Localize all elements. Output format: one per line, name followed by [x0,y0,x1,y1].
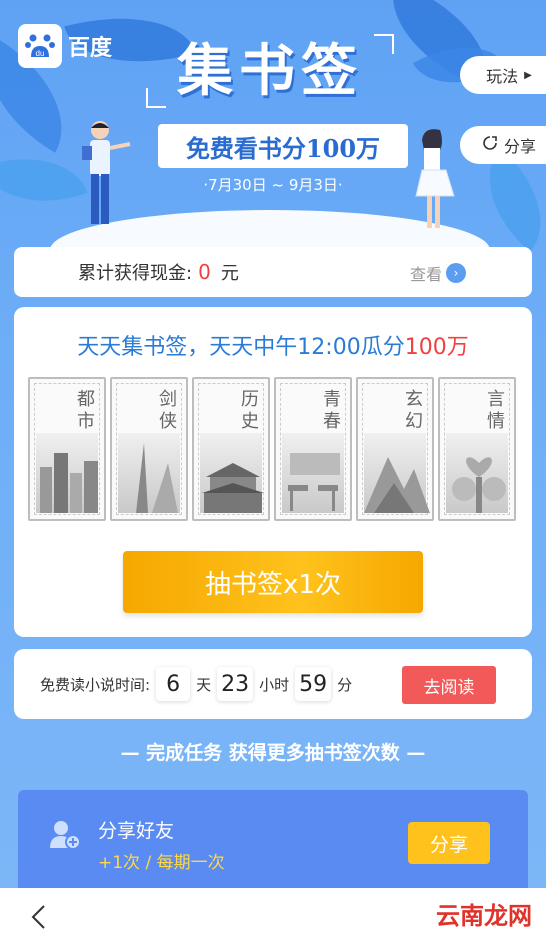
bookmark-label: 言情 [487,389,505,432]
view-cash-button[interactable]: 查看 › [410,261,466,285]
sword-icon [118,433,180,513]
days-unit: 天 [196,675,212,694]
task-item-share: 分享好友 +1次 / 每期一次 分享 [18,790,528,890]
arrow-right-icon: › [446,263,466,283]
bookmark-label: 青春 [323,389,341,432]
heart-tree-icon [446,433,508,513]
timer-minutes: 59 [295,667,332,701]
hours-unit: 小时 [259,675,290,694]
bookmark-card-romance: 言情 [438,377,516,521]
bookmark-card-youth: 青春 [274,377,352,521]
free-reading-timer: 免费读小说时间: 6 天 23 小时 59 分 去阅读 [14,649,532,719]
cash-label: 累计获得现金: [78,263,193,284]
bookmark-card-fantasy: 玄幻 [356,377,434,521]
cash-amount: 0 [198,260,211,284]
cash-summary: 累计获得现金: 0 元 查看 › [14,247,532,297]
header-banner: du 百度 集书签 免费看书分100万 ·7月30日 ~ 9月3日· 玩法 ▶ … [0,0,546,250]
back-arrow-icon[interactable] [28,904,50,934]
rules-label: 玩法 [486,67,519,86]
city-icon [36,433,98,513]
share-task-button[interactable]: 分享 [408,822,490,864]
bookmark-card-city: 都市 [28,377,106,521]
view-label: 查看 [409,265,442,284]
bookmark-list: 都市 剑侠 历史 青春 玄幻 言情 [28,377,516,521]
page-title: 集书签 [146,30,394,112]
subtitle-ribbon: 免费看书分100万 [158,124,408,168]
bookmark-label: 都市 [77,389,95,432]
bookmark-card-sword: 剑侠 [110,377,188,521]
palace-icon [200,433,264,513]
caret-right-icon: ▶ [524,69,532,81]
bookmark-label: 玄幻 [405,389,423,432]
prize-highlight: 100万 [404,335,469,360]
share-top-button[interactable]: 分享 [460,126,546,164]
tasks-heading: — 完成任务 获得更多抽书签次数 — [120,742,426,764]
share-icon [482,135,498,155]
share-label: 分享 [504,137,537,156]
add-friend-icon [48,818,82,852]
baidu-logo: du 百度 [18,24,112,68]
boy-illustration [82,121,131,224]
task-subtitle: +1次 / 每期一次 [98,853,225,873]
cash-unit: 元 [220,263,239,284]
go-read-button[interactable]: 去阅读 [402,666,496,704]
timer-hours: 23 [217,667,254,701]
title-prefix: 天天集书签，天天中午12:00瓜分 [77,335,405,360]
mountain-icon [364,433,430,513]
bookmark-card-history: 历史 [192,377,270,521]
bottom-bar: 云南龙网 [0,888,546,941]
timer-days: 6 [156,667,191,701]
bookmark-label: 剑侠 [159,389,177,432]
rules-button[interactable]: 玩法 ▶ [460,56,546,94]
task-title: 分享好友 [98,820,175,842]
girl-illustration [415,129,455,228]
minutes-unit: 分 [337,675,353,694]
draw-bookmark-button[interactable]: 抽书签x1次 [123,551,423,613]
bookmark-draw-card: 天天集书签，天天中午12:00瓜分100万 都市 剑侠 历史 青春 玄幻 言情 … [14,307,532,637]
draw-card-title: 天天集书签，天天中午12:00瓜分100万 [14,329,532,361]
classroom-icon [282,433,344,513]
watermark-logo: 云南龙网 [436,902,532,930]
paw-icon: du [18,24,62,68]
bookmark-label: 历史 [241,389,259,432]
timer-label: 免费读小说时间: [40,675,151,694]
logo-text: 百度 [68,36,113,61]
svg-text:du: du [36,49,45,58]
